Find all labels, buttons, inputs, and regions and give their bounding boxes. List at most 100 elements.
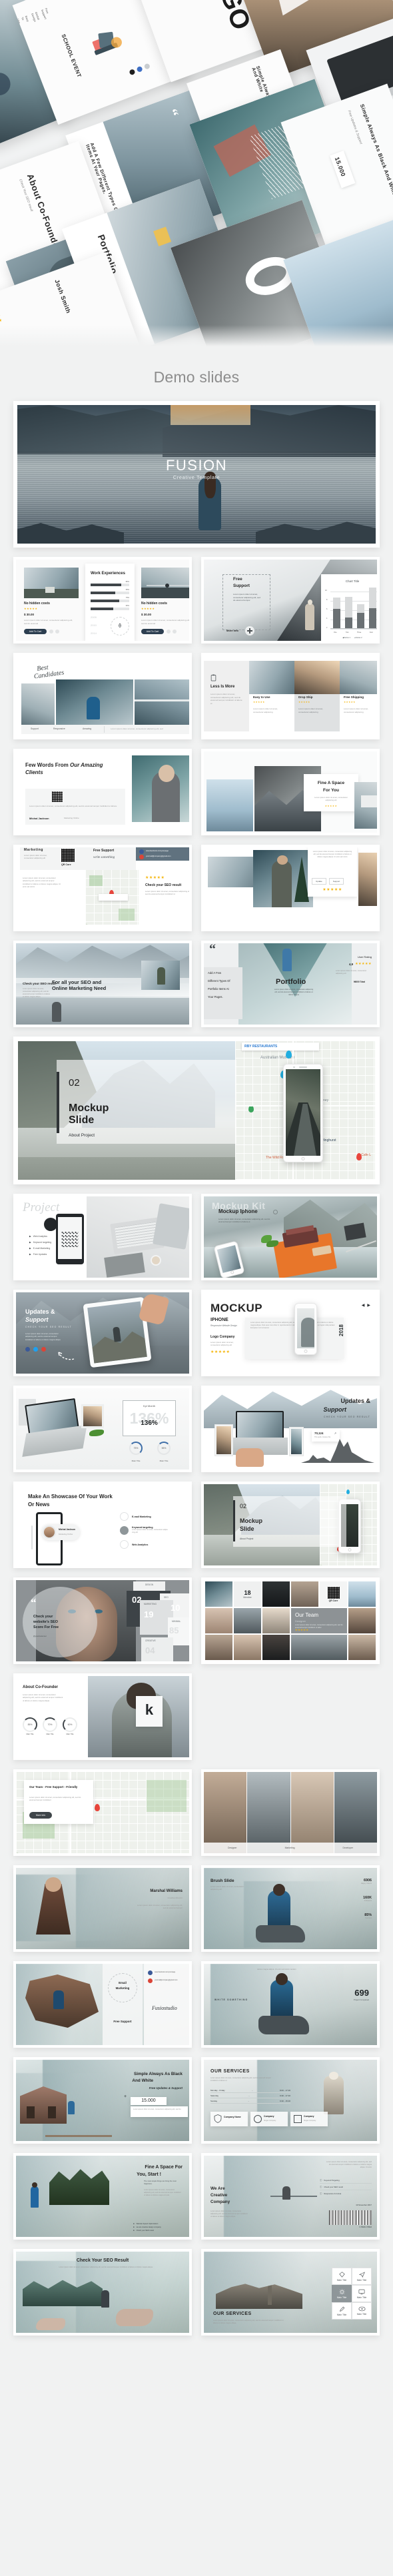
hours-day: Saturday: [210, 2094, 219, 2097]
slide-updates-support-devices[interactable]: Updates & Support CHECK YOUR SEO RESULT …: [201, 1386, 380, 1472]
slide-update-support-card[interactable]: Lorem ipsum dolor sit amet, consectetur …: [201, 845, 380, 931]
contact-email[interactable]: yourmail@company@gmail.com: [155, 1979, 177, 1981]
tab-responsive[interactable]: Responsive: [53, 727, 65, 730]
quote-line: website's SEO: [33, 1619, 58, 1624]
raft: [270, 2196, 317, 2197]
tab-support[interactable]: Support: [31, 727, 39, 730]
collage-josh-smith: Josh Smith: [53, 278, 73, 314]
our-team-tile: Our Team Designer Lorem ipsum dolor sit …: [291, 1608, 347, 1633]
slide-inner: Lorem ipsum dolor sit amet, consectetur …: [204, 847, 377, 929]
slide-our-services-icons[interactable]: OUR SERVICES Lorem ipsum dolor sit amet,…: [201, 2249, 380, 2336]
slide-mockup-wide[interactable]: RBY RESTAURANTS Australian Museum Pullma…: [13, 1037, 380, 1184]
wishlist-icon[interactable]: [49, 630, 53, 634]
map-image[interactable]: [85, 870, 139, 925]
add-to-cart-button[interactable]: Add To Cart: [24, 629, 47, 634]
more-info-button[interactable]: More Info: [29, 1812, 52, 1819]
slide-email-marketing[interactable]: Email Marketing Free Support www.faceboo…: [13, 1961, 192, 2048]
clipboard-icon: [210, 674, 216, 681]
service-tile-diamond[interactable]: Main Title: [332, 2268, 352, 2285]
slide-projects-completed[interactable]: dolore magna aliqua. Ut enim ad minim ve…: [201, 1961, 380, 2048]
quote-line: Score For Free: [33, 1625, 59, 1629]
slide-marshal-williams[interactable]: Marshal Williams Creative Director Lorem…: [13, 1865, 192, 1952]
plus-icon[interactable]: [245, 626, 254, 636]
slide-kpi-laptop[interactable]: Kpi Month 136% 136% 75% Main Title 55% M…: [13, 1386, 192, 1472]
mail-icon[interactable]: [139, 855, 144, 859]
compare-icon[interactable]: [55, 630, 59, 634]
slide-free-support-chart[interactable]: Free Support Lorem ipsum dolor sit amet,…: [201, 557, 380, 644]
desk-photo: [87, 1196, 189, 1278]
slide-best-candidates[interactable]: Best Candidates Support Responsive Amazi…: [13, 653, 192, 739]
facebook-icon[interactable]: [139, 849, 144, 854]
free-support-body: Lorem ipsum dolor sit amet, consectetur …: [233, 593, 260, 602]
signature: Fusiostudio: [152, 2005, 177, 2011]
slide-testimonials[interactable]: Few Words From Our Amazing Clients Lorem…: [13, 749, 192, 835]
google-plus-icon[interactable]: [41, 1347, 46, 1352]
feature-title: Free Shipping: [344, 695, 364, 699]
slide-we-are-creative[interactable]: We Are Creative Company Lorem ipsum dolo…: [201, 2153, 380, 2240]
feature-image: [340, 661, 377, 694]
slide-seo-score-quote[interactable]: “ Check your website's SEO Score For Fre…: [13, 1577, 192, 1664]
contact-facebook[interactable]: www.facebook.com/yourpage: [146, 850, 169, 852]
mail-icon[interactable]: [148, 1978, 153, 1983]
portfolio-line: Your Pages.: [208, 995, 223, 999]
year-label: 2009: [91, 616, 97, 619]
laptop-screen: [236, 1411, 284, 1439]
panel-title: Work Experiences: [91, 572, 125, 576]
donut-value: 75%: [133, 1447, 139, 1450]
slide-updates-support-tablet[interactable]: Updates & Support CHECK YOUR SEO RESULT …: [13, 1290, 192, 1376]
slide-fine-a-space[interactable]: Fine A Space For You Lorem ipsum dolor s…: [201, 749, 380, 835]
slide-mockup-iphone-logo[interactable]: MOCKUP IPHONE Responsive Website Design …: [201, 1290, 380, 1376]
add-to-cart-button[interactable]: Add To Cart: [141, 629, 164, 634]
prev-arrow-icon[interactable]: ◀: [362, 1303, 365, 1308]
slide-map-support[interactable]: Our Team - Free Support - Friendly Lorem…: [13, 1769, 192, 1856]
person-chip: Michal Jackson Marketing Online: [41, 1524, 80, 1540]
showcase-title-2: Or News: [28, 1502, 50, 1507]
facebook-icon[interactable]: [25, 1347, 30, 1352]
testimonial-role: Marketing Online: [64, 817, 79, 819]
mockup-title-1: Mockup: [69, 1102, 109, 1114]
service-tile-eye[interactable]: Main Title: [352, 2302, 372, 2320]
service-tile-pen[interactable]: Main Title: [332, 2302, 352, 2320]
slide-brush[interactable]: Brush Slide Lorem ipsum dolor sit amet, …: [201, 1865, 380, 1952]
info-icon: ⓘ: [320, 2192, 322, 2195]
slide-our-services-hours[interactable]: OUR SERVICES Lorem ipsum dolor sit amet,…: [201, 2057, 380, 2144]
mockup-caption: About Project: [240, 1537, 254, 1540]
slide-product-cards[interactable]: No hidden costs ★★★★★ $ 30.00 Lorem ipsu…: [13, 557, 192, 644]
slide-project-tablet[interactable]: Project ▶ Web Analytics ▶ Keyword targetin…: [13, 1194, 192, 1280]
seo-big-2: Online Marketing Need: [52, 985, 107, 992]
compare-icon[interactable]: [173, 630, 177, 634]
slide-marketing-map[interactable]: Marketing Lorem ipsum dolor sit amet, co…: [13, 845, 192, 931]
metric-value: 70,124: [314, 1432, 324, 1435]
slide-our-team[interactable]: 18 Member QR Core Our Team Designer Lore…: [201, 1577, 380, 1664]
support-button[interactable]: Support: [328, 878, 344, 885]
slide-simple-black-white[interactable]: Simple Always As Black And White Free Up…: [13, 2057, 192, 2144]
hero-slide[interactable]: FUSION Creative Template: [13, 401, 380, 548]
service-label: Main Title: [336, 2313, 347, 2316]
twitter-icon[interactable]: [33, 1347, 38, 1352]
slide-about-cofounder[interactable]: About Co-Founder Lorem ipsum dolor sit a…: [13, 1673, 192, 1760]
more-info-label[interactable]: More Info: [226, 629, 242, 632]
slide-team-portraits[interactable]: Designer Marketing Developer: [201, 1769, 380, 1856]
service-tile-gear[interactable]: Main Title: [332, 2285, 352, 2302]
slide-less-is-more[interactable]: Less Is More Lorem ipsum dolor sit amet,…: [201, 653, 380, 739]
next-arrow-icon[interactable]: ▶: [367, 1303, 370, 1308]
slide-fine-space-start[interactable]: Fine A Space For You, Start ! The most s…: [13, 2153, 192, 2240]
slide-mockup-small[interactable]: 02 Mockup Slide About Project: [201, 1482, 380, 1568]
service-label: Main Title: [336, 2278, 347, 2282]
service-tile-monitor[interactable]: Main Title: [352, 2285, 372, 2302]
slide-seo-online-marketing[interactable]: Check your SEO result Lorem ipsum dolor …: [13, 941, 192, 1027]
update-button[interactable]: Update: [312, 878, 326, 885]
slide-portfolio-quote[interactable]: “ Add A Few Different Types Of Portfolio…: [201, 941, 380, 1027]
hero-slide-subtitle: Creative Template: [173, 474, 220, 480]
service-tile-paper-plane[interactable]: Main Title: [352, 2268, 372, 2285]
mockup-caption: About Project: [69, 1133, 95, 1138]
slide-showcase-work[interactable]: Make An Showcase Of Your Work Or News Mi…: [13, 1482, 192, 1568]
contact-email[interactable]: yourmail@company@gmail.com: [146, 855, 171, 857]
facebook-icon[interactable]: [148, 1970, 153, 1975]
wishlist-icon[interactable]: [167, 630, 171, 634]
slide-mockup-kit[interactable]: Mockup Kit Mockup Iphone Lorem ipsum dol…: [201, 1194, 380, 1280]
mockup-kit-title: Mockup Iphone: [218, 1208, 258, 1214]
contact-facebook[interactable]: www.facebook.com/yourpage: [155, 1971, 175, 1973]
slide-check-seo-result[interactable]: Check Your SEO Result Lorem ipsum dolor …: [13, 2249, 192, 2336]
tab-amazing[interactable]: Amazing: [83, 727, 91, 730]
